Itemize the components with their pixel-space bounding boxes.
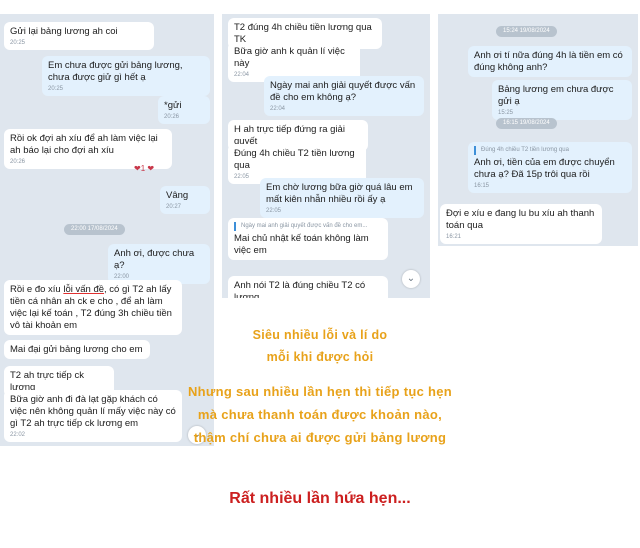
date-separator: 22:00 17/08/2024 <box>64 224 125 235</box>
caption-line: thậm chí chưa ai được gửi bảng lương <box>193 430 447 445</box>
message-time: 20:25 <box>10 40 26 46</box>
message-text: Bữa giờ anh k quản lí việc này <box>234 46 345 69</box>
message-bubble: Anh nói T2 là đúng chiều T2 có lương <box>228 276 388 298</box>
date-separator: 16:15 19/08/2024 <box>496 118 557 129</box>
message-time: 20:25 <box>48 86 64 92</box>
message-text: *gửi <box>164 100 182 111</box>
message-time: 16:21 <box>446 234 462 240</box>
message-bubble: *gửi 20:26 <box>158 96 210 124</box>
message-text: Anh ơi, tiền của em được chuyển chưa ạ? … <box>474 157 615 180</box>
message-bubble: Rồi e đo xíu lỗi vấn đề, có gì T2 ah lấy… <box>4 280 182 335</box>
chat-panel-right: 15:24 19/08/2024 Anh ơi tí nữa đúng 4h l… <box>438 14 638 246</box>
message-text: Em chờ lương bữa giờ quá lâu em mất kiên… <box>266 182 413 205</box>
heart-reaction-icon[interactable]: ❤1 ❤ <box>134 164 154 173</box>
message-bubble: Gửi lại bảng lương ah coi 20:25 <box>4 22 154 50</box>
message-bubble: Ngày mai anh giải quyết được vấn đề cho … <box>228 218 388 260</box>
message-text: Mai chủ nhật kế toán không làm việc em <box>234 233 369 256</box>
message-text: Gửi lại bảng lương ah coi <box>10 26 118 37</box>
message-text: Bảng lương em chưa được gửi ạ <box>498 84 614 107</box>
message-time: 16:15 <box>474 183 490 189</box>
chat-panel-middle: T2 đúng 4h chiều tiền lương qua TK Bữa g… <box>222 14 430 298</box>
caption-line: mà chưa thanh toán được khoản nào, <box>197 407 443 422</box>
message-time: 20:27 <box>166 204 182 210</box>
message-bubble: Đúng 4h chiều T2 tiền lương qua Anh ơi, … <box>468 142 632 193</box>
message-bubble: Em chưa được gửi bảng lương, chưa được g… <box>42 56 210 96</box>
message-bubble: Em chờ lương bữa giờ quá lâu em mất kiên… <box>260 178 424 218</box>
caption-line: Nhưng sau nhiều lần hẹn thì tiếp tục hẹn <box>187 384 453 399</box>
date-separator: 15:24 19/08/2024 <box>496 26 557 37</box>
message-text: Anh ơi, được chưa ạ? <box>114 248 195 271</box>
message-bubble: Vâng 20:27 <box>160 186 210 214</box>
message-text: Anh ơi tí nữa đúng 4h là tiền em có đúng… <box>474 50 623 73</box>
scroll-down-button[interactable]: ⌄ <box>402 270 420 288</box>
message-bubble: Ngày mai anh giải quyết được vấn đề cho … <box>264 76 424 116</box>
quoted-message[interactable]: Đúng 4h chiều T2 tiền lương qua <box>474 146 626 155</box>
footer-caption: Rất nhiều lần hứa hẹn... <box>229 490 411 507</box>
message-bubble: Đợi e xíu e đang lu bu xíu ah thanh toán… <box>440 204 602 244</box>
caption-line: Siêu nhiều lỗi và lí do <box>252 328 388 342</box>
message-text: Anh nói T2 là đúng chiều T2 có lương <box>234 280 366 298</box>
message-text: Em chưa được gửi bảng lương, chưa được g… <box>48 60 183 83</box>
message-bubble: Anh ơi tí nữa đúng 4h là tiền em có đúng… <box>468 46 632 77</box>
message-text: Ngày mai anh giải quyết được vấn đề cho … <box>270 80 416 103</box>
caption-line: mỗi khi được hỏi <box>266 350 374 364</box>
message-bubble: Anh ơi, được chưa ạ? 22:00 <box>108 244 210 284</box>
message-time: 20:26 <box>164 114 180 120</box>
message-text: Rồi ok đợi ah xíu để ah làm việc lại ah … <box>10 133 158 156</box>
message-time: 22:05 <box>266 208 282 214</box>
underlined-text: lỗi vấn đề <box>63 284 105 295</box>
quoted-message[interactable]: Ngày mai anh giải quyết được vấn đề cho … <box>234 222 382 231</box>
message-bubble: Rồi ok đợi ah xíu để ah làm việc lại ah … <box>4 129 172 169</box>
message-text: Vâng <box>166 190 189 201</box>
chat-panel-left: Gửi lại bảng lương ah coi 20:25 Em chưa … <box>0 14 214 446</box>
message-bubble: Bảng lương em chưa được gửi ạ 15:25 <box>492 80 632 120</box>
message-text: Đợi e xíu e đang lu bu xíu ah thanh toán… <box>446 208 595 231</box>
message-time: 22:04 <box>270 106 286 112</box>
message-time: 15:25 <box>498 110 514 116</box>
message-text: Rồi e đo xíu lỗi vấn đề, có gì T2 ah lấy… <box>10 284 172 331</box>
message-text: Đúng 4h chiều T2 tiền lương qua <box>234 148 355 171</box>
